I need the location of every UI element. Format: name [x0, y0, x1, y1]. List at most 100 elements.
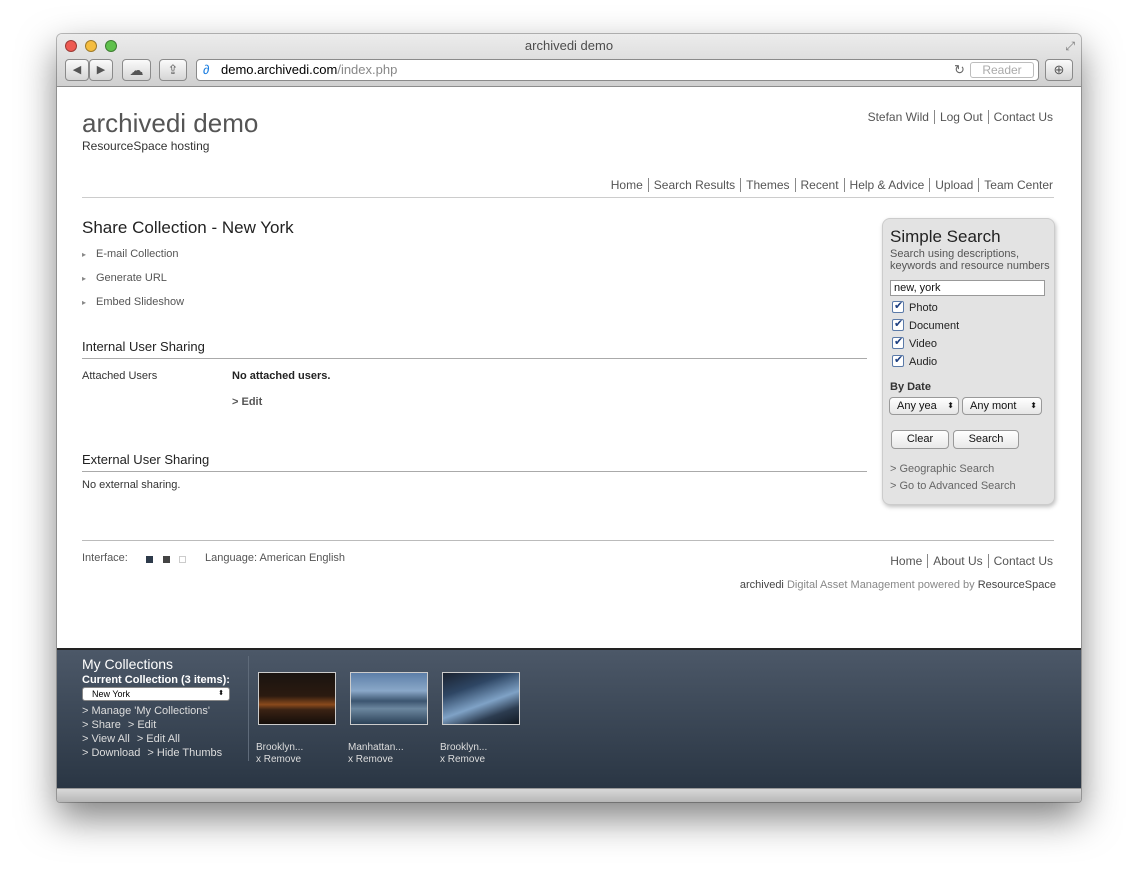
external-sharing-value: No external sharing.	[82, 479, 181, 491]
hide-thumbs-link[interactable]: > Hide Thumbs	[147, 747, 222, 759]
nav-recent[interactable]: Recent	[794, 178, 844, 192]
theme-swatch-grey[interactable]	[163, 556, 170, 563]
user-nav: Stefan Wild Log Out Contact Us	[863, 110, 1053, 124]
year-select[interactable]: Any yea ⬍	[889, 397, 959, 415]
collection-select[interactable]: New York ⬍	[82, 687, 230, 701]
geographic-search-link[interactable]: > Geographic Search	[890, 463, 994, 475]
simple-search-panel: Simple Search Search using descriptions,…	[882, 218, 1055, 505]
language-selector[interactable]: Language: American English	[205, 552, 345, 564]
embed-slideshow-link[interactable]: ▸ Embed Slideshow	[82, 296, 184, 308]
back-button[interactable]: ◀	[65, 59, 89, 81]
search-input[interactable]: new, york	[890, 280, 1045, 296]
share-collection-link[interactable]: > Share	[82, 719, 121, 731]
checkbox-checked-icon	[892, 353, 904, 367]
logout-link[interactable]: Log Out	[933, 110, 988, 124]
my-collections-title: My Collections	[82, 656, 174, 672]
footer-home-link[interactable]: Home	[885, 554, 927, 568]
site-globe-icon: ∂	[203, 62, 210, 77]
nav-help[interactable]: Help & Advice	[843, 178, 930, 192]
nav-team-center[interactable]: Team Center	[978, 178, 1053, 192]
remove-item-link[interactable]: x Remove	[348, 754, 393, 765]
checkbox-checked-icon	[892, 317, 904, 331]
nav-home[interactable]: Home	[606, 178, 648, 192]
nav-search-results[interactable]: Search Results	[647, 178, 741, 192]
user-name-link[interactable]: Stefan Wild	[863, 110, 934, 124]
search-button[interactable]: Search	[953, 430, 1019, 449]
checkbox-checked-icon	[892, 335, 904, 349]
attached-users-label: Attached Users	[82, 370, 158, 382]
internal-sharing-heading: Internal User Sharing	[82, 339, 205, 354]
page-content: archivedi demo ResourceSpace hosting Ste…	[57, 88, 1081, 648]
type-photo-checkbox[interactable]: Photo	[892, 299, 938, 314]
fullscreen-icon[interactable]: ⤢	[1065, 39, 1075, 54]
powered-by: archivedi Digital Asset Management power…	[739, 579, 1056, 591]
theme-swatch-white[interactable]	[179, 556, 186, 563]
attached-users-value: No attached users.	[232, 370, 331, 382]
current-collection-label: Current Collection (3 items):	[82, 674, 230, 686]
reader-button[interactable]: Reader	[970, 62, 1034, 78]
download-link[interactable]: > Download	[82, 747, 140, 759]
type-video-checkbox[interactable]: Video	[892, 335, 937, 350]
footer-about-link[interactable]: About Us	[927, 554, 988, 568]
collection-thumbnail[interactable]	[442, 672, 520, 725]
contact-link[interactable]: Contact Us	[987, 110, 1053, 124]
remove-item-link[interactable]: x Remove	[440, 754, 485, 765]
select-arrows-icon: ⬍	[1030, 401, 1037, 410]
edit-all-link[interactable]: > Edit All	[137, 733, 180, 745]
page-title: Share Collection - New York	[82, 218, 294, 237]
view-all-link[interactable]: > View All	[82, 733, 130, 745]
browser-toolbar: archivedi demo ⤢ ◀ ▶ ☁ ⇪ ∂ demo.archived…	[57, 34, 1081, 87]
type-audio-checkbox[interactable]: Audio	[892, 353, 937, 368]
footer-nav: Home About Us Contact Us	[885, 554, 1053, 568]
interface-label: Interface:	[82, 552, 128, 564]
share-button[interactable]: ⇪	[159, 59, 187, 81]
collection-divider	[248, 656, 249, 761]
external-sharing-heading: External User Sharing	[82, 452, 210, 467]
select-arrows-icon: ⬍	[947, 401, 954, 410]
simple-search-description: Search using descriptions, keywords and …	[890, 248, 1050, 272]
month-select[interactable]: Any mont ⬍	[962, 397, 1042, 415]
type-document-checkbox[interactable]: Document	[892, 317, 959, 332]
edit-collection-link[interactable]: > Edit	[128, 719, 156, 731]
advanced-search-link[interactable]: > Go to Advanced Search	[890, 480, 1016, 492]
header-divider	[82, 197, 1054, 198]
nav-themes[interactable]: Themes	[740, 178, 795, 192]
manage-collections-link[interactable]: > Manage 'My Collections'	[82, 705, 217, 717]
section-divider	[82, 471, 867, 472]
remove-item-link[interactable]: x Remove	[256, 754, 301, 765]
forward-button[interactable]: ▶	[89, 59, 113, 81]
by-date-label: By Date	[890, 381, 931, 393]
browser-window: archivedi demo ⤢ ◀ ▶ ☁ ⇪ ∂ demo.archived…	[57, 34, 1081, 802]
status-bar	[57, 788, 1081, 802]
edit-attached-users-link[interactable]: > Edit	[232, 396, 262, 408]
top-nav: Home Search Results Themes Recent Help & Adv…	[606, 178, 1053, 192]
section-divider	[82, 358, 867, 359]
checkbox-checked-icon	[892, 299, 904, 313]
collection-bar: My Collections Current Collection (3 ite…	[57, 648, 1081, 788]
collection-item-title[interactable]: Brooklyn...	[256, 742, 303, 753]
footer-contact-link[interactable]: Contact Us	[987, 554, 1053, 568]
footer-divider	[82, 540, 1054, 541]
resourcespace-link[interactable]: ResourceSpace	[978, 579, 1056, 591]
address-bar[interactable]: ∂ demo.archivedi.com/index.php ↻ Reader	[196, 59, 1039, 81]
generate-url-link[interactable]: ▸ Generate URL	[82, 272, 167, 284]
email-collection-link[interactable]: ▸ E-mail Collection	[82, 248, 179, 260]
site-title[interactable]: archivedi demo	[82, 108, 258, 139]
url-path: /index.php	[337, 62, 398, 77]
simple-search-title: Simple Search	[890, 227, 1001, 246]
nav-upload[interactable]: Upload	[929, 178, 979, 192]
reload-icon[interactable]: ↻	[954, 60, 965, 80]
site-subtitle: ResourceSpace hosting	[82, 139, 210, 153]
icloud-tabs-button[interactable]: ☁	[122, 59, 151, 81]
collection-thumbnail[interactable]	[258, 672, 336, 725]
bullet-icon: ▸	[82, 298, 87, 307]
collection-item-title[interactable]: Manhattan...	[348, 742, 404, 753]
url-host: demo.archivedi.com	[221, 62, 338, 77]
collection-thumbnail[interactable]	[350, 672, 428, 725]
clear-button[interactable]: Clear	[891, 430, 949, 449]
bullet-icon: ▸	[82, 250, 87, 259]
collection-item-title[interactable]: Brooklyn...	[440, 742, 487, 753]
theme-swatch-dark[interactable]	[146, 556, 153, 563]
downloads-button[interactable]: ⊕	[1045, 59, 1073, 81]
window-title: archivedi demo	[524, 38, 614, 53]
